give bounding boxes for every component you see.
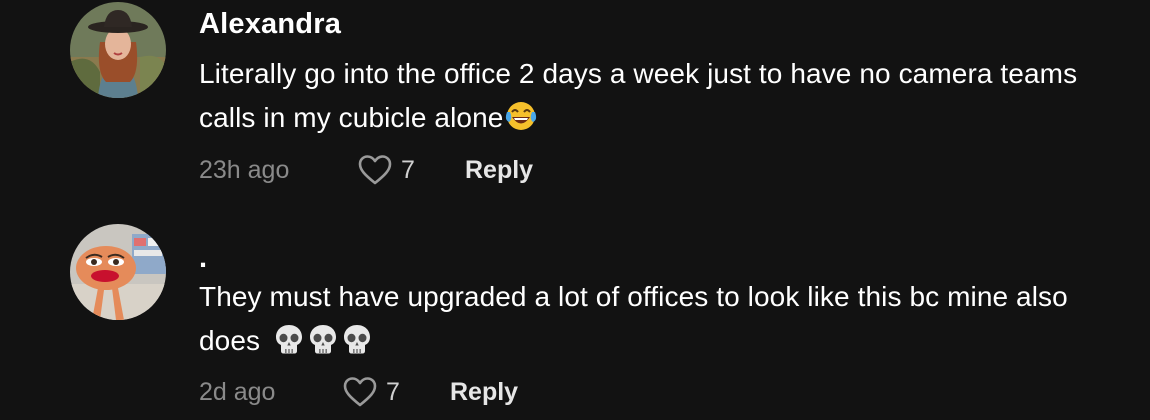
comment-timestamp: 23h ago	[199, 156, 290, 184]
skull-icon	[308, 323, 338, 355]
like-button[interactable]: 7	[342, 376, 400, 408]
comment-text-content: Literally go into the office 2 days a we…	[199, 58, 1078, 133]
avatar[interactable]	[70, 2, 166, 98]
avatar-image	[70, 2, 166, 98]
reply-button[interactable]: Reply	[450, 378, 518, 407]
comment-item: . They must have upgraded a lot of offic…	[0, 222, 1150, 420]
heart-icon	[343, 377, 377, 407]
comment-username[interactable]: Alexandra	[199, 8, 341, 41]
skull-icon	[274, 323, 304, 355]
avatar-image	[70, 224, 166, 320]
comment-text: Literally go into the office 2 days a we…	[199, 52, 1129, 140]
like-count: 7	[386, 377, 400, 406]
like-count: 7	[401, 155, 415, 184]
emoji-group	[270, 325, 372, 356]
comment-text: They must have upgraded a lot of offices…	[199, 275, 1129, 363]
skull-icon	[342, 323, 372, 355]
comment-item: Alexandra Literally go into the office 2…	[0, 0, 1150, 205]
like-button[interactable]: 7	[357, 154, 415, 186]
face-with-tears-of-joy-icon	[504, 100, 538, 132]
comment-username[interactable]: .	[199, 242, 207, 275]
comment-timestamp: 2d ago	[199, 378, 276, 406]
reply-button[interactable]: Reply	[465, 156, 533, 185]
heart-icon	[358, 155, 392, 185]
avatar[interactable]	[70, 224, 166, 320]
